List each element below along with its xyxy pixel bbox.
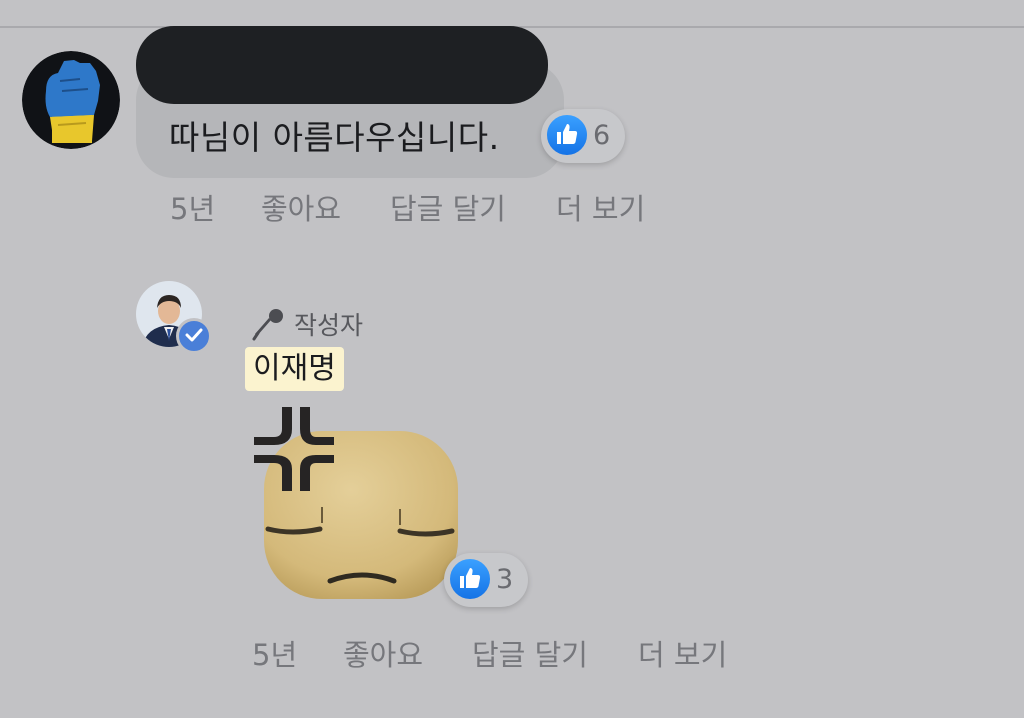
like-button[interactable]: 좋아요: [343, 637, 423, 673]
microphone-icon: [252, 309, 283, 341]
reaction-summary[interactable]: 3: [444, 553, 528, 607]
angry-face-sticker: [250, 405, 465, 609]
commenter-avatar[interactable]: [22, 51, 120, 149]
reply-button[interactable]: 답글 달기: [390, 191, 506, 227]
author-badge: 작성자: [250, 306, 363, 342]
comment-text: 따님이 아름다우십니다.: [169, 118, 500, 157]
comment-timestamp[interactable]: 5년: [252, 637, 297, 673]
comment-timestamp[interactable]: 5년: [170, 191, 215, 227]
reaction-count: 3: [496, 564, 514, 595]
author-name[interactable]: 이재명: [245, 347, 344, 391]
more-button[interactable]: 더 보기: [556, 191, 645, 227]
reaction-summary[interactable]: 6: [541, 109, 625, 163]
like-reaction-icon: [545, 113, 589, 157]
more-button[interactable]: 더 보기: [638, 637, 727, 673]
like-reaction-icon: [448, 557, 492, 601]
reply-button[interactable]: 답글 달기: [472, 637, 588, 673]
like-button[interactable]: 좋아요: [261, 191, 341, 227]
verified-badge-icon: [176, 318, 212, 354]
redacted-name-bar: [136, 26, 548, 104]
reaction-count: 6: [593, 120, 611, 151]
author-badge-label: 작성자: [294, 311, 364, 340]
